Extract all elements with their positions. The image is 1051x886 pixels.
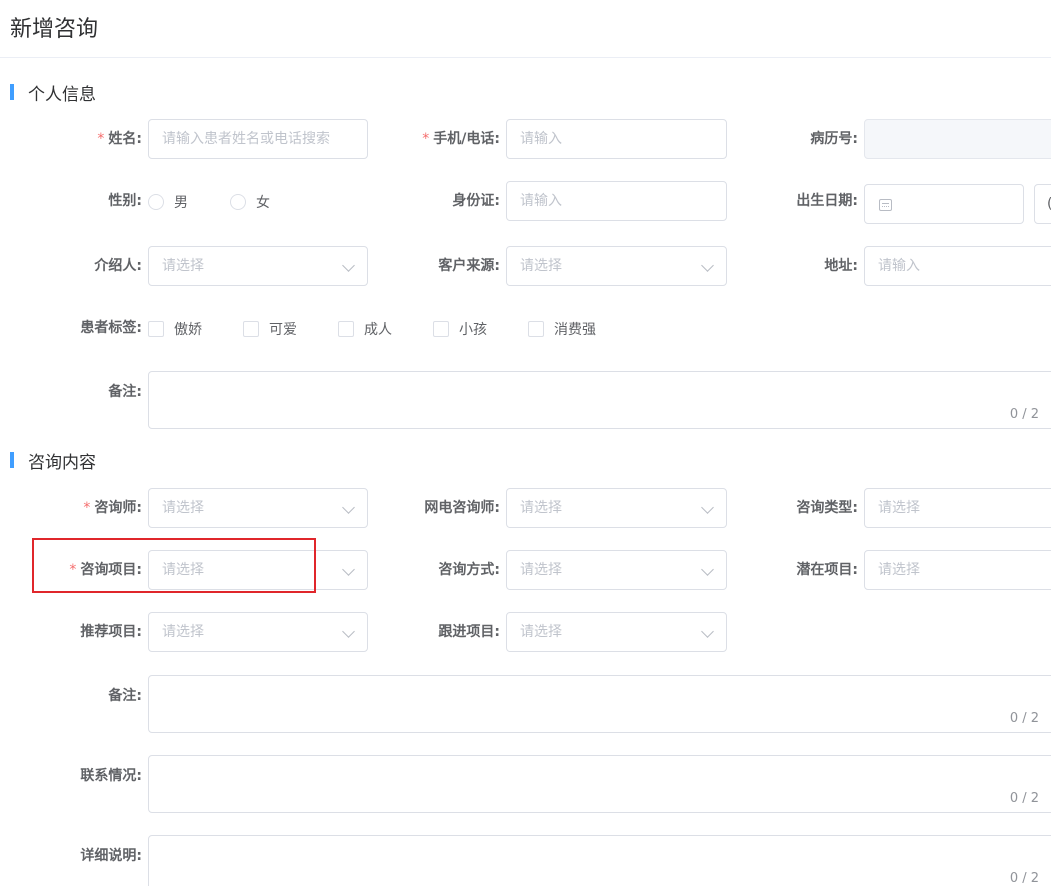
record-no-label: 病历号: (810, 131, 858, 147)
checkbox-box[interactable] (243, 321, 259, 337)
checkbox-box[interactable] (148, 321, 164, 337)
consult-type-select[interactable]: 请选择 (864, 488, 1051, 528)
section-bar (10, 452, 14, 468)
tags-label: 患者标签: (80, 320, 142, 336)
consult-remark-textarea[interactable]: 0 / 2 (148, 675, 1051, 733)
contact-label: 联系情况: (80, 768, 142, 784)
tag-checkbox[interactable]: 可爱 (243, 319, 297, 339)
birth-date-label: 出生日期: (796, 193, 858, 209)
detail-textarea[interactable]: 0 / 2 (148, 835, 1051, 886)
page-title: 新增咨询 (10, 17, 99, 42)
title-divider (0, 57, 1051, 58)
section-title-personal: 个人信息 (28, 84, 96, 105)
address-label: 地址: (824, 258, 858, 274)
remark-textarea[interactable]: 0 / 2 (148, 371, 1051, 429)
chevron-down-icon (701, 625, 714, 638)
char-count: 0 / 2 (1009, 871, 1039, 886)
birth-date-picker[interactable] (864, 184, 1024, 224)
checkbox-box[interactable] (433, 321, 449, 337)
calendar-icon (879, 199, 892, 211)
birth-time-picker[interactable]: ( (1034, 184, 1051, 224)
highlight-box (32, 538, 316, 593)
section-personal-info: 个人信息 (10, 82, 96, 105)
char-count: 0 / 2 (1009, 407, 1039, 422)
section-consult-content: 咨询内容 (10, 450, 96, 473)
char-count: 0 / 2 (1009, 711, 1039, 726)
record-no-input (864, 119, 1051, 159)
remark-label: 备注: (108, 384, 142, 400)
contact-textarea[interactable]: 0 / 2 (148, 755, 1051, 813)
detail-label: 详细说明: (80, 848, 142, 864)
section-title-consult: 咨询内容 (28, 452, 96, 473)
tag-checkbox[interactable]: 小孩 (433, 319, 487, 339)
followup-project-select[interactable]: 请选择 (506, 612, 727, 652)
checkbox-box[interactable] (528, 321, 544, 337)
address-input[interactable]: 请输入 (864, 246, 1051, 286)
potential-project-select[interactable]: 请选择 (864, 550, 1051, 590)
section-bar (10, 84, 14, 100)
checkbox-box[interactable] (338, 321, 354, 337)
tag-checkbox[interactable]: 消费强 (528, 319, 596, 339)
followup-project-label: 跟进项目: (438, 624, 500, 640)
tag-checkbox[interactable]: 成人 (338, 319, 392, 339)
tag-checkbox[interactable]: 傲娇 (148, 319, 202, 339)
char-count: 0 / 2 (1009, 791, 1039, 806)
consult-remark-label: 备注: (108, 688, 142, 704)
consult-type-label: 咨询类型: (796, 500, 858, 516)
